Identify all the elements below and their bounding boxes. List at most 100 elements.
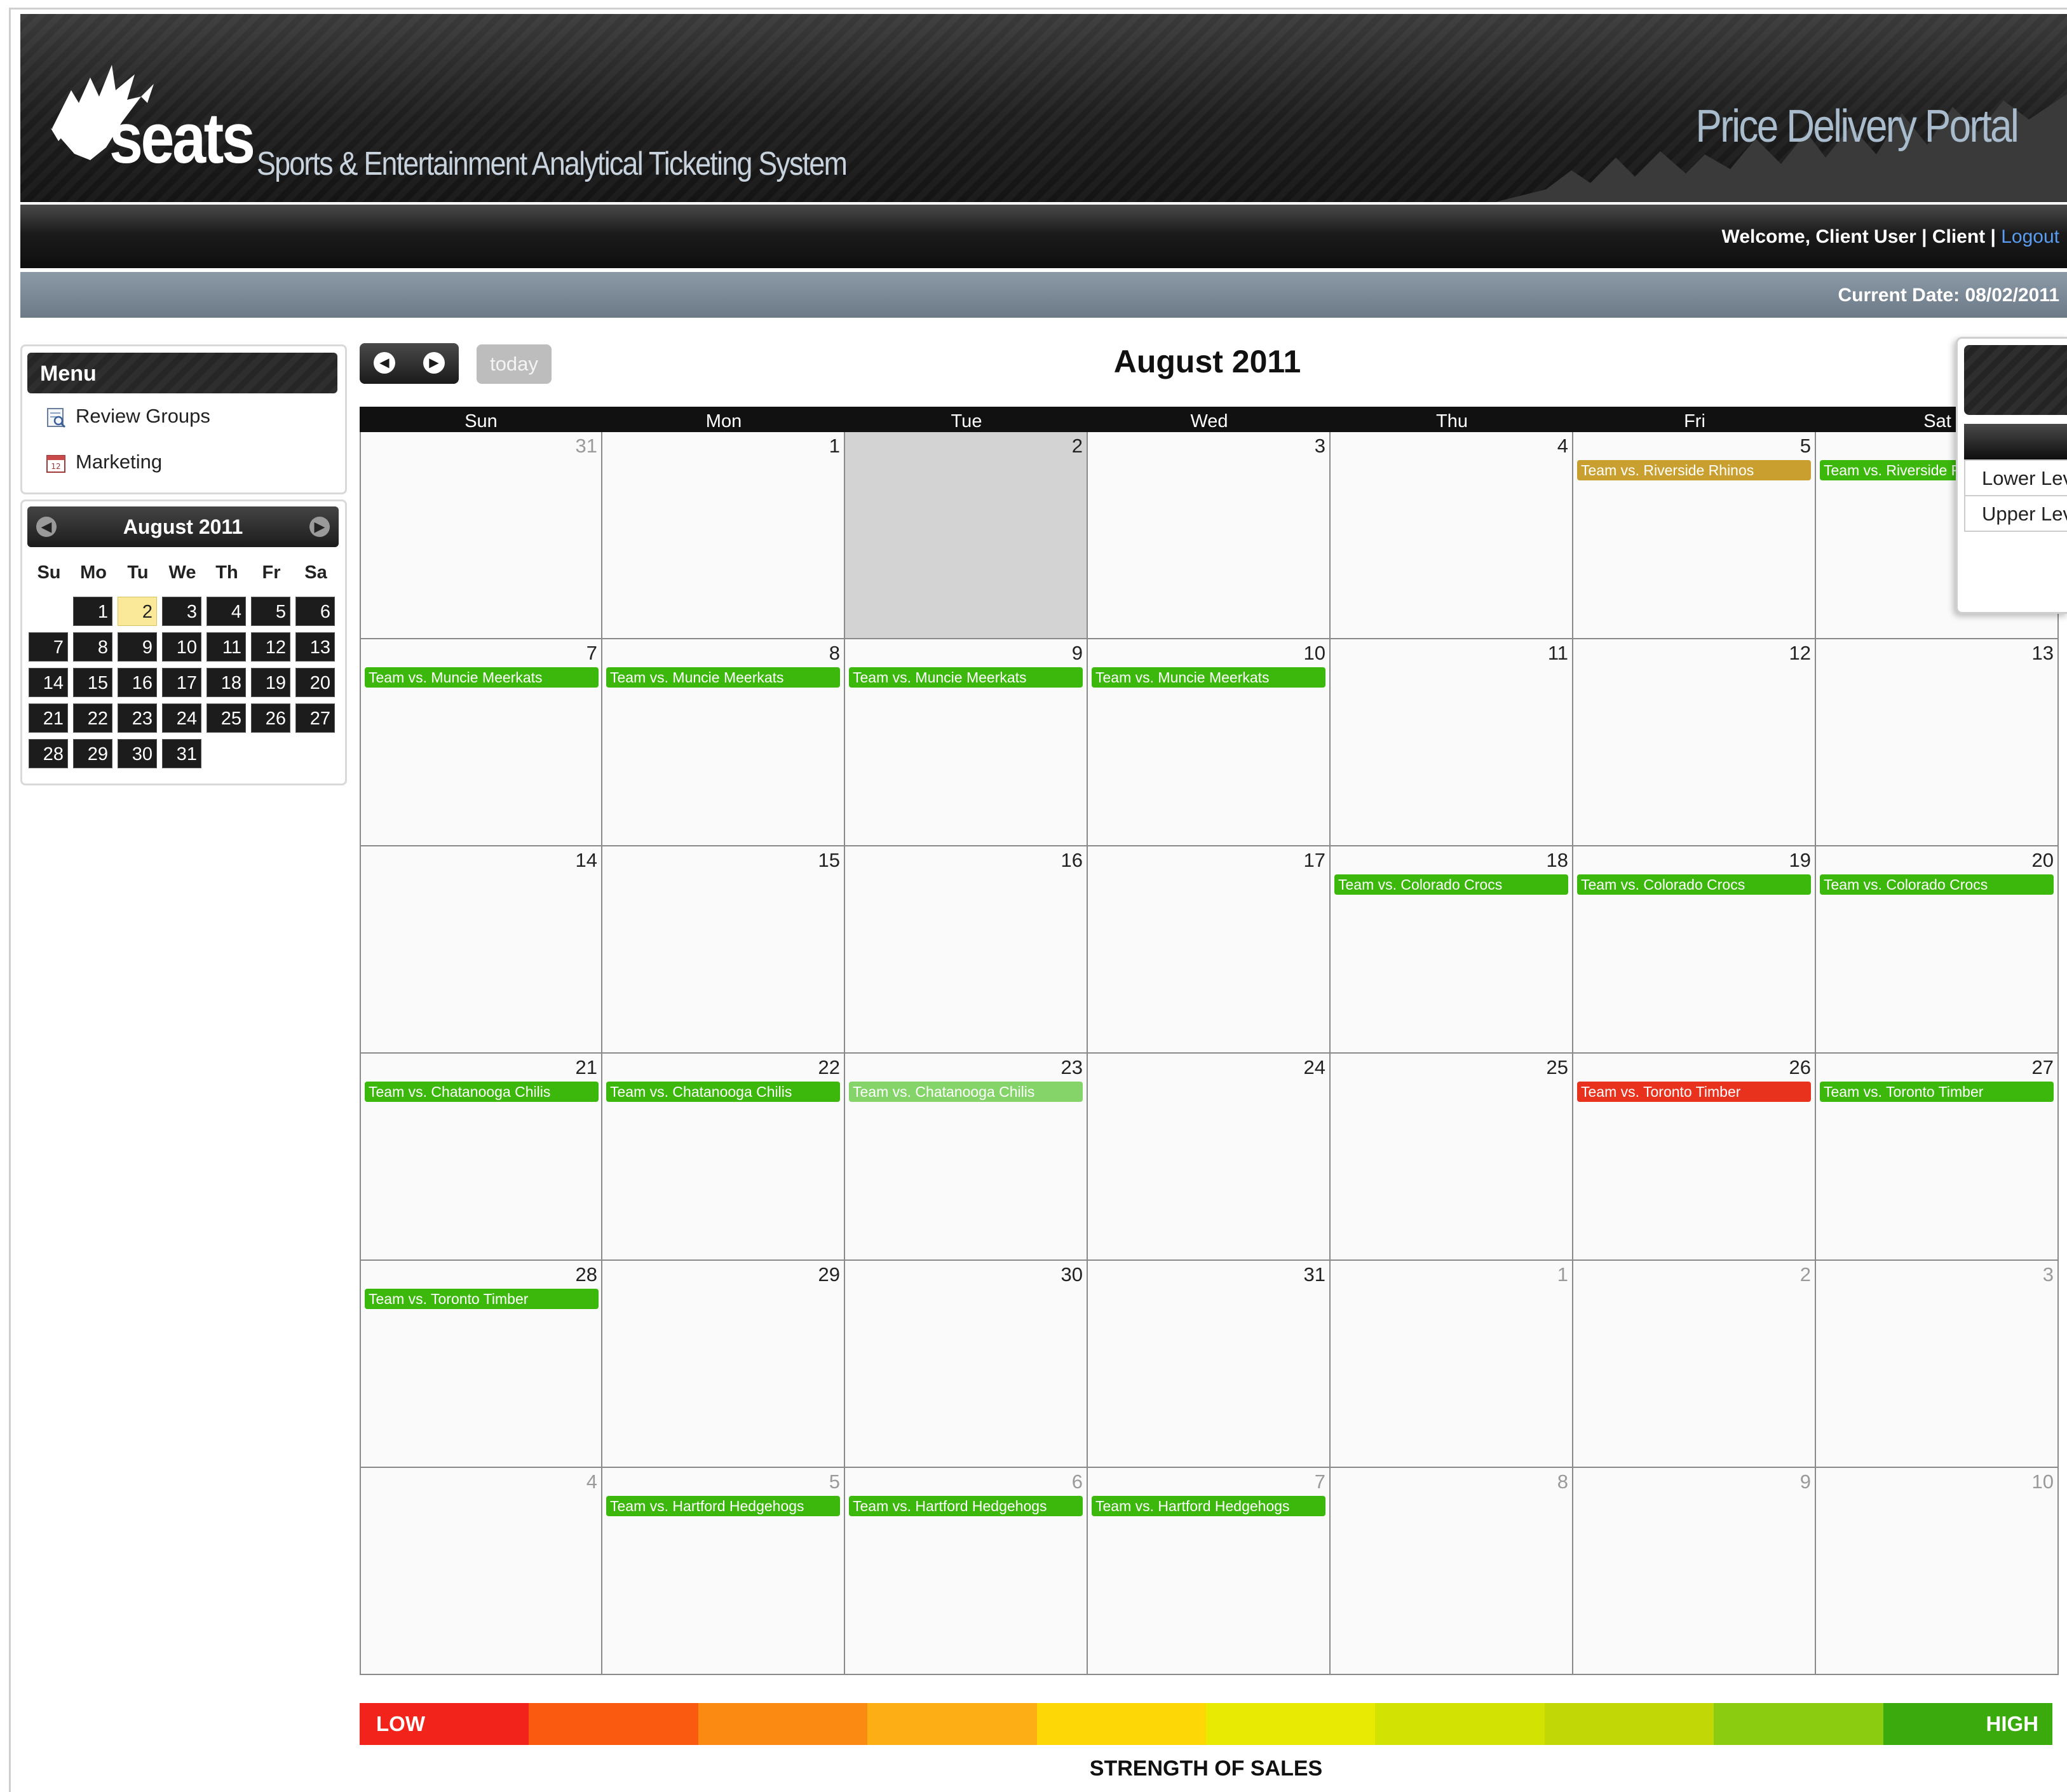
event-bar[interactable]: Team vs. Muncie Meerkats	[365, 667, 599, 688]
event-bar[interactable]: Team vs. Hartford Hedgehogs	[606, 1496, 840, 1516]
calendar-day-cell[interactable]: 3	[1816, 1261, 2059, 1468]
prev-month-button[interactable]: ◀	[360, 343, 409, 384]
calendar-day-cell[interactable]: 5 Team vs. Riverside Rhinos	[1573, 432, 1816, 639]
calendar-day-cell[interactable]: 9	[1573, 1468, 1816, 1675]
calendar-day-cell[interactable]: 1	[602, 432, 845, 639]
calendar-day-cell[interactable]: 28 Team vs. Toronto Timber	[360, 1261, 602, 1468]
mini-day-21[interactable]: 21	[29, 703, 68, 733]
event-bar[interactable]: Team vs. Muncie Meerkats	[849, 667, 1083, 688]
event-bar[interactable]: Team vs. Toronto Timber	[365, 1289, 599, 1309]
event-bar[interactable]: Team vs. Toronto Timber	[1577, 1082, 1811, 1102]
calendar-day-cell[interactable]: 8	[1331, 1468, 1573, 1675]
popup-option-lower-level[interactable]: Lower Level	[1964, 459, 2067, 496]
mini-day-14[interactable]: 14	[29, 668, 68, 697]
logout-link[interactable]: Logout	[2001, 226, 2059, 247]
event-bar[interactable]: Team vs. Colorado Crocs	[1820, 874, 2054, 895]
calendar-day-cell[interactable]: 17	[1088, 846, 1331, 1054]
mini-day-27[interactable]: 27	[295, 703, 335, 733]
calendar-day-cell[interactable]: 6 Team vs. Hartford Hedgehogs	[845, 1468, 1088, 1675]
calendar-day-cell[interactable]: 13	[1816, 639, 2059, 846]
mini-day-13[interactable]: 13	[295, 632, 335, 662]
calendar-day-cell[interactable]: 7 Team vs. Muncie Meerkats	[360, 639, 602, 846]
calendar-day-cell[interactable]: 25	[1331, 1054, 1573, 1261]
event-bar[interactable]: Team vs. Colorado Crocs	[1334, 874, 1568, 895]
event-bar[interactable]: Team vs. Colorado Crocs	[1577, 874, 1811, 895]
event-bar[interactable]: Team vs. Chatanooga Chilis	[365, 1082, 599, 1102]
mini-day-30[interactable]: 30	[118, 739, 157, 768]
mini-day-15[interactable]: 15	[73, 668, 112, 697]
mini-day-16[interactable]: 16	[118, 668, 157, 697]
mini-day-24[interactable]: 24	[162, 703, 201, 733]
mini-next-month-button[interactable]: ▶	[309, 517, 330, 537]
mini-day-11[interactable]: 11	[207, 632, 246, 662]
event-bar[interactable]: Team vs. Muncie Meerkats	[1092, 667, 1325, 688]
mini-day-25[interactable]: 25	[207, 703, 246, 733]
calendar-day-cell[interactable]: 2	[1573, 1261, 1816, 1468]
mini-day-19[interactable]: 19	[251, 668, 290, 697]
calendar-day-cell[interactable]: 22 Team vs. Chatanooga Chilis	[602, 1054, 845, 1261]
calendar-day-cell[interactable]: 27 Team vs. Toronto Timber	[1816, 1054, 2059, 1261]
mini-day-9[interactable]: 9	[118, 632, 157, 662]
calendar-day-cell[interactable]: 29	[602, 1261, 845, 1468]
calendar-day-cell[interactable]: 10 Team vs. Muncie Meerkats	[1088, 639, 1331, 846]
calendar-day-cell[interactable]: 1	[1331, 1261, 1573, 1468]
calendar-day-cell[interactable]: 9 Team vs. Muncie Meerkats	[845, 639, 1088, 846]
day-number: 28	[575, 1263, 597, 1286]
calendar-day-cell[interactable]: 31	[1088, 1261, 1331, 1468]
calendar-day-cell[interactable]: 20 Team vs. Colorado Crocs	[1816, 846, 2059, 1054]
event-bar[interactable]: Team vs. Muncie Meerkats	[606, 667, 840, 688]
calendar-day-cell[interactable]: 31	[360, 432, 602, 639]
calendar-day-cell[interactable]: 5 Team vs. Hartford Hedgehogs	[602, 1468, 845, 1675]
menu-item-marketing[interactable]: 12 Marketing	[45, 451, 162, 481]
mini-day-1[interactable]: 1	[73, 597, 112, 626]
mini-day-7[interactable]: 7	[29, 632, 68, 662]
today-button[interactable]: today	[477, 344, 552, 384]
calendar-day-cell[interactable]: 11	[1331, 639, 1573, 846]
calendar-day-cell[interactable]: 19 Team vs. Colorado Crocs	[1573, 846, 1816, 1054]
calendar-day-cell[interactable]: 26 Team vs. Toronto Timber	[1573, 1054, 1816, 1261]
mini-day-28[interactable]: 28	[29, 739, 68, 768]
mini-day-10[interactable]: 10	[162, 632, 201, 662]
mini-day-22[interactable]: 22	[73, 703, 112, 733]
calendar-day-cell[interactable]: 14	[360, 846, 602, 1054]
event-bar[interactable]: Team vs. Hartford Hedgehogs	[849, 1496, 1083, 1516]
mini-day-17[interactable]: 17	[162, 668, 201, 697]
event-bar[interactable]: Team vs. Chatanooga Chilis	[849, 1082, 1083, 1102]
mini-day-18[interactable]: 18	[207, 668, 246, 697]
mini-day-8[interactable]: 8	[73, 632, 112, 662]
calendar-day-cell[interactable]: 7 Team vs. Hartford Hedgehogs	[1088, 1468, 1331, 1675]
event-bar[interactable]: Team vs. Toronto Timber	[1820, 1082, 2054, 1102]
calendar-day-cell[interactable]: 10	[1816, 1468, 2059, 1675]
calendar-day-cell[interactable]: 15	[602, 846, 845, 1054]
mini-day-6[interactable]: 6	[295, 597, 335, 626]
calendar-day-cell[interactable]: 4	[1331, 432, 1573, 639]
mini-day-26[interactable]: 26	[251, 703, 290, 733]
calendar-day-cell[interactable]: 18 Team vs. Colorado Crocs	[1331, 846, 1573, 1054]
mini-day-5[interactable]: 5	[251, 597, 290, 626]
mini-day-29[interactable]: 29	[73, 739, 112, 768]
calendar-day-cell[interactable]: 3	[1088, 432, 1331, 639]
calendar-day-cell[interactable]: 30	[845, 1261, 1088, 1468]
mini-day-23[interactable]: 23	[118, 703, 157, 733]
calendar-day-cell[interactable]: 23 Team vs. Chatanooga Chilis	[845, 1054, 1088, 1261]
mini-day-4[interactable]: 4	[207, 597, 246, 626]
popup-option-upper-level[interactable]: Upper Level	[1964, 495, 2067, 532]
event-bar[interactable]: Team vs. Riverside Rhinos	[1577, 460, 1811, 480]
menu-item-review-groups[interactable]: Review Groups	[45, 405, 210, 435]
day-number: 9	[1071, 642, 1083, 664]
calendar-day-cell[interactable]: 8 Team vs. Muncie Meerkats	[602, 639, 845, 846]
calendar-day-cell[interactable]: 2	[845, 432, 1088, 639]
next-month-button[interactable]: ▶	[409, 343, 459, 384]
event-bar[interactable]: Team vs. Chatanooga Chilis	[606, 1082, 840, 1102]
calendar-day-cell[interactable]: 24	[1088, 1054, 1331, 1261]
event-bar[interactable]: Team vs. Hartford Hedgehogs	[1092, 1496, 1325, 1516]
calendar-day-cell[interactable]: 4	[360, 1468, 602, 1675]
mini-day-2[interactable]: 2	[118, 597, 157, 626]
calendar-day-cell[interactable]: 16	[845, 846, 1088, 1054]
mini-day-12[interactable]: 12	[251, 632, 290, 662]
calendar-day-cell[interactable]: 21 Team vs. Chatanooga Chilis	[360, 1054, 602, 1261]
mini-day-20[interactable]: 20	[295, 668, 335, 697]
mini-day-3[interactable]: 3	[162, 597, 201, 626]
calendar-day-cell[interactable]: 12	[1573, 639, 1816, 846]
mini-day-31[interactable]: 31	[162, 739, 201, 768]
